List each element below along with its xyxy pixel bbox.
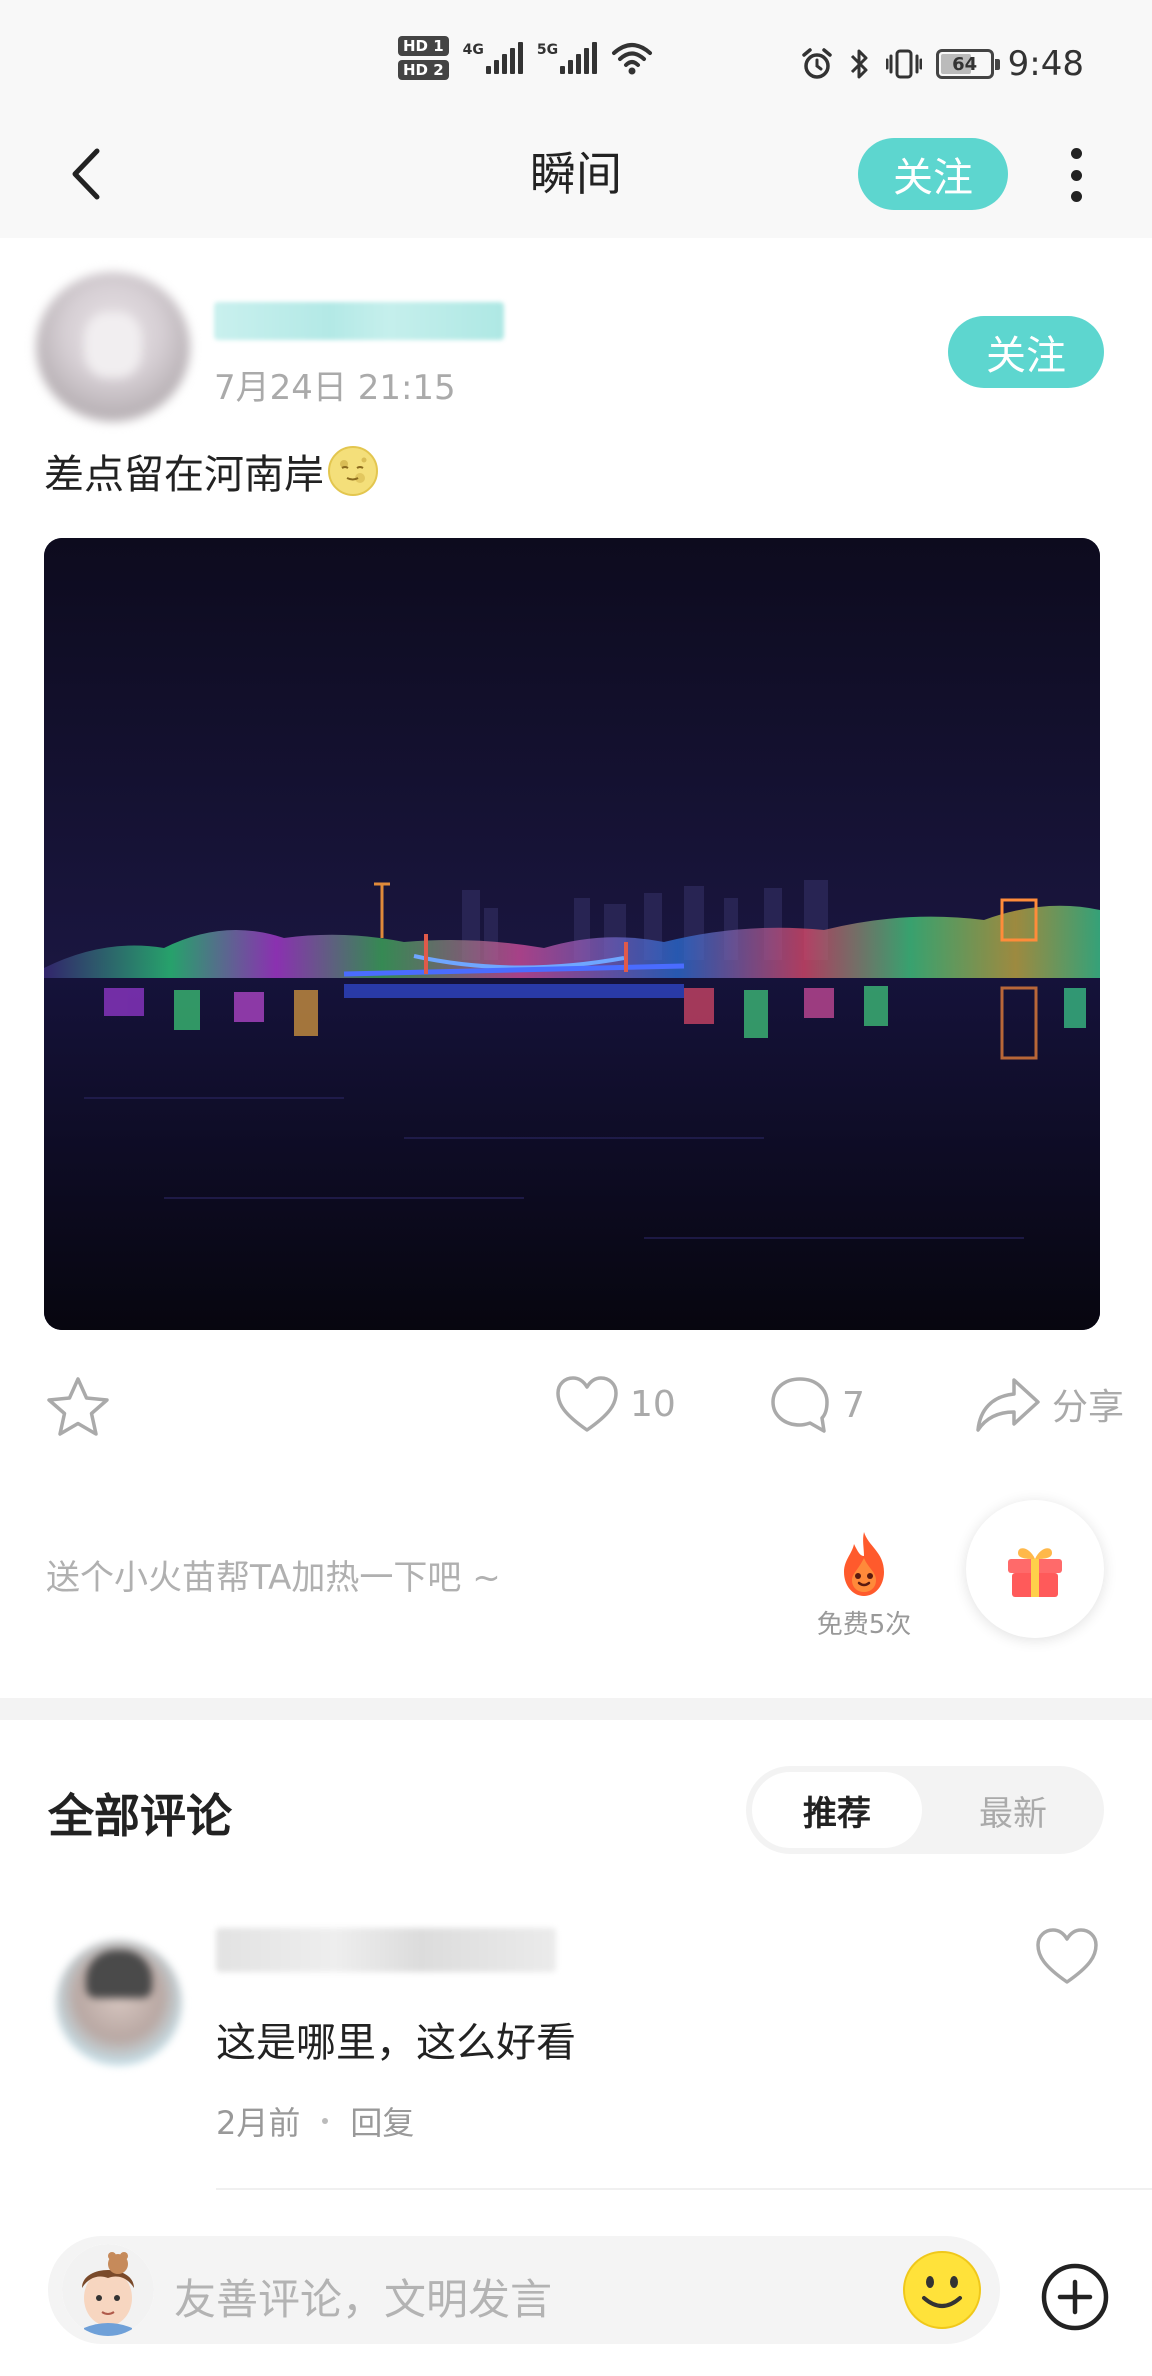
gift-button[interactable] [966, 1500, 1104, 1638]
net2-label: 5G [536, 42, 559, 58]
battery-icon: 64 [935, 49, 1000, 79]
net1-label: 4G [462, 42, 484, 58]
comment-count: 7 [842, 1384, 865, 1426]
signal-4g: 4G [463, 42, 523, 74]
hd1-badge: HD 1 [398, 36, 449, 56]
reply-button[interactable]: 回复 [350, 2098, 414, 2144]
share-button[interactable]: 分享 [974, 1374, 1124, 1434]
flame-button[interactable]: 免费5次 [808, 1528, 920, 1641]
gift-icon [1008, 1548, 1062, 1597]
post-time: 7月24日 21:15 [214, 368, 456, 408]
comments-title: 全部评论 [48, 1789, 232, 1843]
author-follow-button[interactable]: 关注 [948, 316, 1104, 388]
flame-icon [844, 1532, 884, 1596]
header-follow-button[interactable]: 关注 [858, 138, 1008, 210]
my-avatar [62, 2244, 154, 2336]
plus-circle-icon [1041, 2263, 1109, 2331]
author-avatar[interactable] [36, 272, 190, 422]
comment-input[interactable]: 友善评论，文明发言 [48, 2236, 1000, 2344]
boost-hint: 送个小火苗帮TA加热一下吧 ~ [46, 1558, 501, 1598]
night-river-scene [44, 538, 1100, 1330]
share-label: 分享 [1052, 1387, 1125, 1428]
alarm-icon [801, 48, 832, 79]
signal-5g: 5G [536, 42, 598, 74]
star-icon [47, 1377, 109, 1436]
hd2-badge: HD 2 [398, 60, 449, 80]
comment-icon [771, 1377, 829, 1433]
comment-sort-toggle: 推荐 最新 [746, 1766, 1104, 1854]
heart-icon [1036, 1928, 1098, 1984]
like-count: 10 [630, 1383, 676, 1425]
meta-separator [322, 2118, 329, 2124]
post-action-bar: 10 7 分享 [0, 1368, 1152, 1452]
status-bar: HD 1 HD 2 4G 5G 64 9:48 [0, 0, 1152, 108]
vibrate-icon [885, 49, 922, 79]
comment-like-button[interactable] [1034, 1926, 1100, 1986]
moon-face-emoji-icon [328, 446, 378, 496]
cartoon-avatar-icon [62, 2244, 154, 2336]
comment-separator [216, 2188, 1152, 2190]
author-name-blurred[interactable] [214, 302, 504, 340]
comment-composer: 友善评论，文明发言 [0, 2216, 1152, 2376]
battery-level: 64 [952, 53, 978, 75]
sort-latest[interactable]: 最新 [928, 1772, 1098, 1848]
add-attachment-button[interactable] [1040, 2262, 1110, 2332]
more-button[interactable] [1058, 148, 1094, 202]
heart-icon [556, 1376, 618, 1432]
comment-text: 这是哪里，这么好看 [216, 2020, 576, 2066]
post-photo[interactable] [44, 538, 1100, 1330]
more-icon [1070, 148, 1082, 159]
comment-time: 2月前 [216, 2104, 301, 2142]
bluetooth-icon [850, 49, 868, 79]
comment-button[interactable]: 7 [768, 1374, 865, 1436]
signal-bars-icon [560, 42, 598, 74]
flame-free-count: 免费5次 [816, 1610, 912, 1640]
comment-placeholder: 友善评论，文明发言 [174, 2275, 553, 2324]
signal-bars-icon [485, 42, 523, 74]
emoji-icon [903, 2251, 981, 2329]
like-button[interactable]: 10 [554, 1374, 676, 1434]
hd-indicators: HD 1 HD 2 [398, 36, 449, 80]
emoji-button[interactable] [900, 2248, 984, 2332]
sort-recommended[interactable]: 推荐 [752, 1772, 922, 1848]
share-icon [976, 1378, 1040, 1432]
commenter-name-blurred[interactable] [216, 1928, 556, 1972]
post-text-body: 差点留在河南岸 [44, 452, 324, 498]
commenter-avatar[interactable] [56, 1940, 182, 2066]
wifi-icon [612, 43, 653, 75]
system-indicators: 64 9:48 [800, 44, 1084, 84]
nav-bar: 瞬间 关注 [0, 108, 1152, 238]
favorite-button[interactable] [44, 1374, 112, 1440]
post-text: 差点留在河南岸 [44, 442, 380, 500]
section-divider [0, 1698, 1152, 1720]
clock: 9:48 [1007, 44, 1084, 84]
comment-meta: 2月前 回复 [216, 2098, 414, 2144]
network-indicators: HD 1 HD 2 4G 5G [398, 36, 653, 80]
